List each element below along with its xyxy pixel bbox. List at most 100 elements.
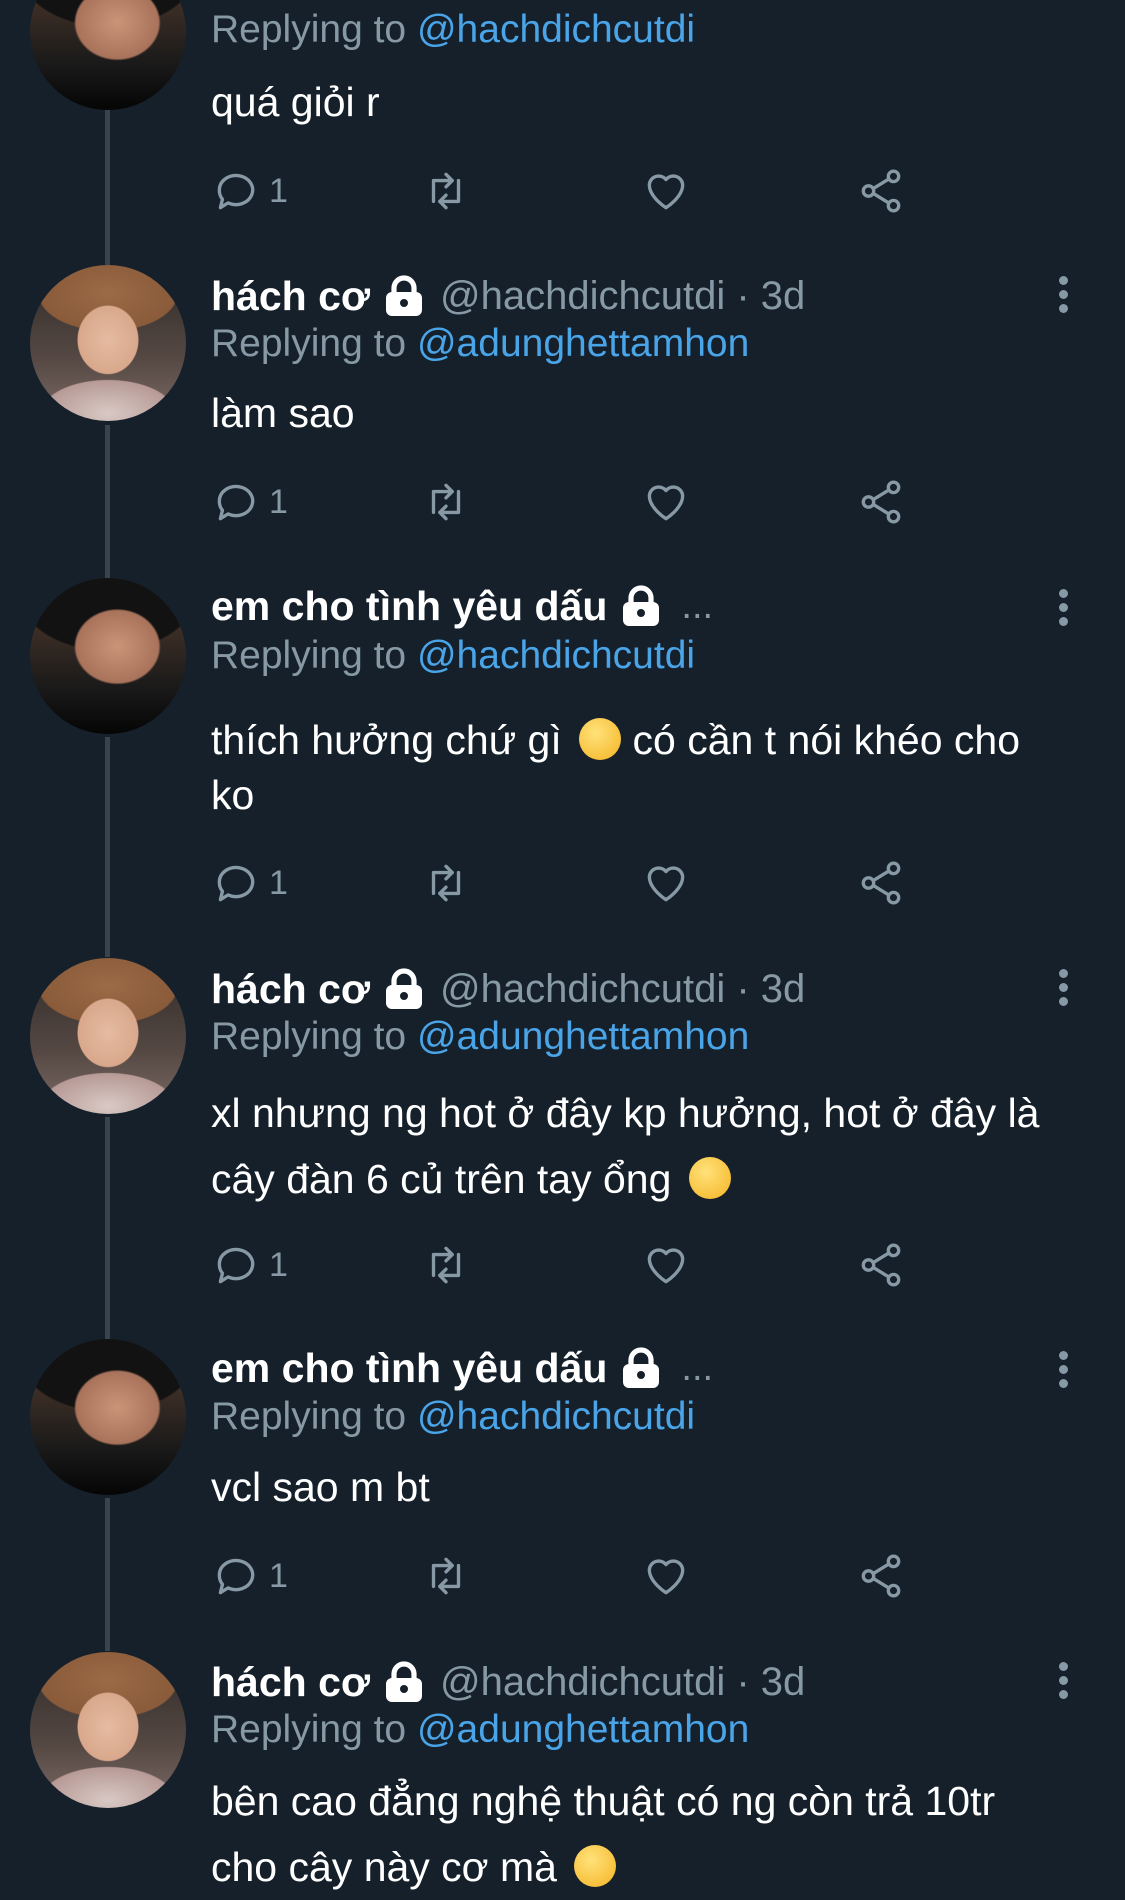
share-button[interactable] — [856, 858, 906, 908]
reply-count: 1 — [269, 482, 288, 521]
lock-icon — [384, 1660, 424, 1704]
author-name[interactable]: em cho tình yêu dấu — [211, 583, 607, 630]
reply-mention-link[interactable]: @hachdichcutdi — [417, 1395, 695, 1438]
retweet-button[interactable] — [421, 477, 471, 527]
lock-icon — [384, 967, 424, 1011]
retweet-icon — [431, 864, 461, 902]
retweet-icon — [431, 1246, 461, 1284]
reply-icon — [217, 484, 255, 521]
avatar[interactable] — [30, 0, 186, 110]
share-button[interactable] — [856, 477, 906, 527]
tweet-text: thích hưởng chứ gì có cần t nói khéo cho… — [211, 713, 1071, 823]
author-name[interactable]: hách cơ — [211, 966, 370, 1013]
avatar[interactable] — [30, 958, 186, 1114]
replying-to: Replying to @hachdichcutdi — [211, 634, 695, 678]
reply-icon — [217, 865, 255, 902]
handle-time: @hachdichcutdi · 3d — [440, 273, 806, 318]
author-name[interactable]: hách cơ — [211, 1659, 370, 1706]
like-button[interactable] — [641, 1240, 691, 1290]
retweet-icon — [431, 483, 461, 521]
retweet-icon — [431, 172, 461, 210]
like-button[interactable] — [641, 166, 691, 216]
tweet-text: làm sao — [211, 390, 355, 436]
thread-line — [105, 1498, 110, 1651]
lock-icon — [621, 1346, 661, 1390]
retweet-button[interactable] — [421, 1240, 471, 1290]
thread-line — [105, 110, 110, 265]
replying-prefix: Replying to — [211, 8, 407, 51]
share-icon — [861, 1243, 901, 1287]
more-options-icon[interactable] — [1057, 966, 1069, 1010]
reply-mention-link[interactable]: @adunghettamhon — [417, 322, 749, 365]
thread-line — [105, 425, 110, 580]
tongue-out-emoji-icon — [688, 1157, 731, 1199]
reply-button[interactable]: 1 — [211, 166, 288, 216]
more-options-icon[interactable] — [1057, 1348, 1069, 1392]
more-options-icon[interactable] — [1057, 1659, 1069, 1703]
replying-to: Replying to @adunghettamhon — [211, 322, 749, 366]
author-name[interactable]: em cho tình yêu dấu — [211, 1345, 607, 1392]
retweet-button[interactable] — [421, 1551, 471, 1601]
handle-time: @hachdichcutdi · 3d — [440, 966, 806, 1011]
reply-button[interactable]: 1 — [211, 1551, 288, 1601]
reply-mention-link[interactable]: @hachdichcutdi — [417, 634, 695, 677]
like-button[interactable] — [641, 858, 691, 908]
reply-mention-link[interactable]: @adunghettamhon — [417, 1015, 749, 1058]
like-button[interactable] — [641, 477, 691, 527]
tweet-text: xl nhưng ng hot ở đây kp hưởng, hot ở đâ… — [211, 1080, 1071, 1212]
share-button[interactable] — [856, 1551, 906, 1601]
replying-to: Replying to @hachdichcutdi — [211, 8, 695, 52]
share-icon — [861, 1554, 901, 1598]
tweet-text: vcl sao m bt — [211, 1464, 430, 1510]
tweet-actions: 1 — [211, 858, 911, 908]
author-name[interactable]: hách cơ — [211, 273, 370, 320]
share-button[interactable] — [856, 1240, 906, 1290]
truncation-ellipsis: ... — [681, 584, 714, 627]
reply-icon — [217, 1558, 255, 1595]
tweet-text-part: thích hưởng chứ gì — [211, 717, 562, 763]
lock-icon — [384, 274, 424, 318]
avatar[interactable] — [30, 265, 186, 421]
nerd-face-emoji-icon — [574, 1845, 617, 1887]
heart-icon — [647, 174, 685, 210]
more-options-icon[interactable] — [1057, 586, 1069, 630]
share-button[interactable] — [856, 166, 906, 216]
tweet-text: bên cao đẳng nghệ thuật có ng còn trả 10… — [211, 1768, 1071, 1900]
tweet-actions: 1 — [211, 1551, 911, 1601]
like-button[interactable] — [641, 1551, 691, 1601]
reply-mention-link[interactable]: @hachdichcutdi — [417, 8, 695, 51]
heart-icon — [647, 866, 685, 902]
tweet-actions: 1 — [211, 1240, 911, 1290]
retweet-button[interactable] — [421, 166, 471, 216]
replying-to: Replying to @adunghettamhon — [211, 1015, 749, 1059]
tweet-header: hách cơ @hachdichcutdi · 3d — [211, 270, 1065, 322]
replying-prefix: Replying to — [211, 1395, 407, 1438]
lock-icon — [621, 584, 661, 628]
reply-button[interactable]: 1 — [211, 858, 288, 908]
replying-to: Replying to @adunghettamhon — [211, 1708, 749, 1752]
share-icon — [861, 480, 901, 524]
tweet-actions: 1 — [211, 166, 911, 216]
reply-button[interactable]: 1 — [211, 477, 288, 527]
tweet-text: quá giỏi r — [211, 79, 380, 125]
tweet-header: em cho tình yêu dấu ... — [211, 580, 1065, 632]
retweet-button[interactable] — [421, 858, 471, 908]
reply-count: 1 — [269, 1556, 288, 1595]
more-options-icon[interactable] — [1057, 273, 1069, 317]
avatar[interactable] — [30, 578, 186, 734]
handle-time: @hachdichcutdi · 3d — [440, 1659, 806, 1704]
tweet-actions: 1 — [211, 477, 911, 527]
reply-mention-link[interactable]: @adunghettamhon — [417, 1708, 749, 1751]
yum-emoji-icon — [579, 718, 622, 760]
share-icon — [861, 861, 901, 905]
reply-button[interactable]: 1 — [211, 1240, 288, 1290]
replying-prefix: Replying to — [211, 1708, 407, 1751]
thread-line — [105, 1117, 110, 1339]
avatar[interactable] — [30, 1652, 186, 1808]
replying-prefix: Replying to — [211, 634, 407, 677]
thread-line — [105, 737, 110, 957]
replying-to: Replying to @hachdichcutdi — [211, 1395, 695, 1439]
avatar[interactable] — [30, 1339, 186, 1495]
reply-icon — [217, 1247, 255, 1284]
reply-icon — [217, 173, 255, 210]
